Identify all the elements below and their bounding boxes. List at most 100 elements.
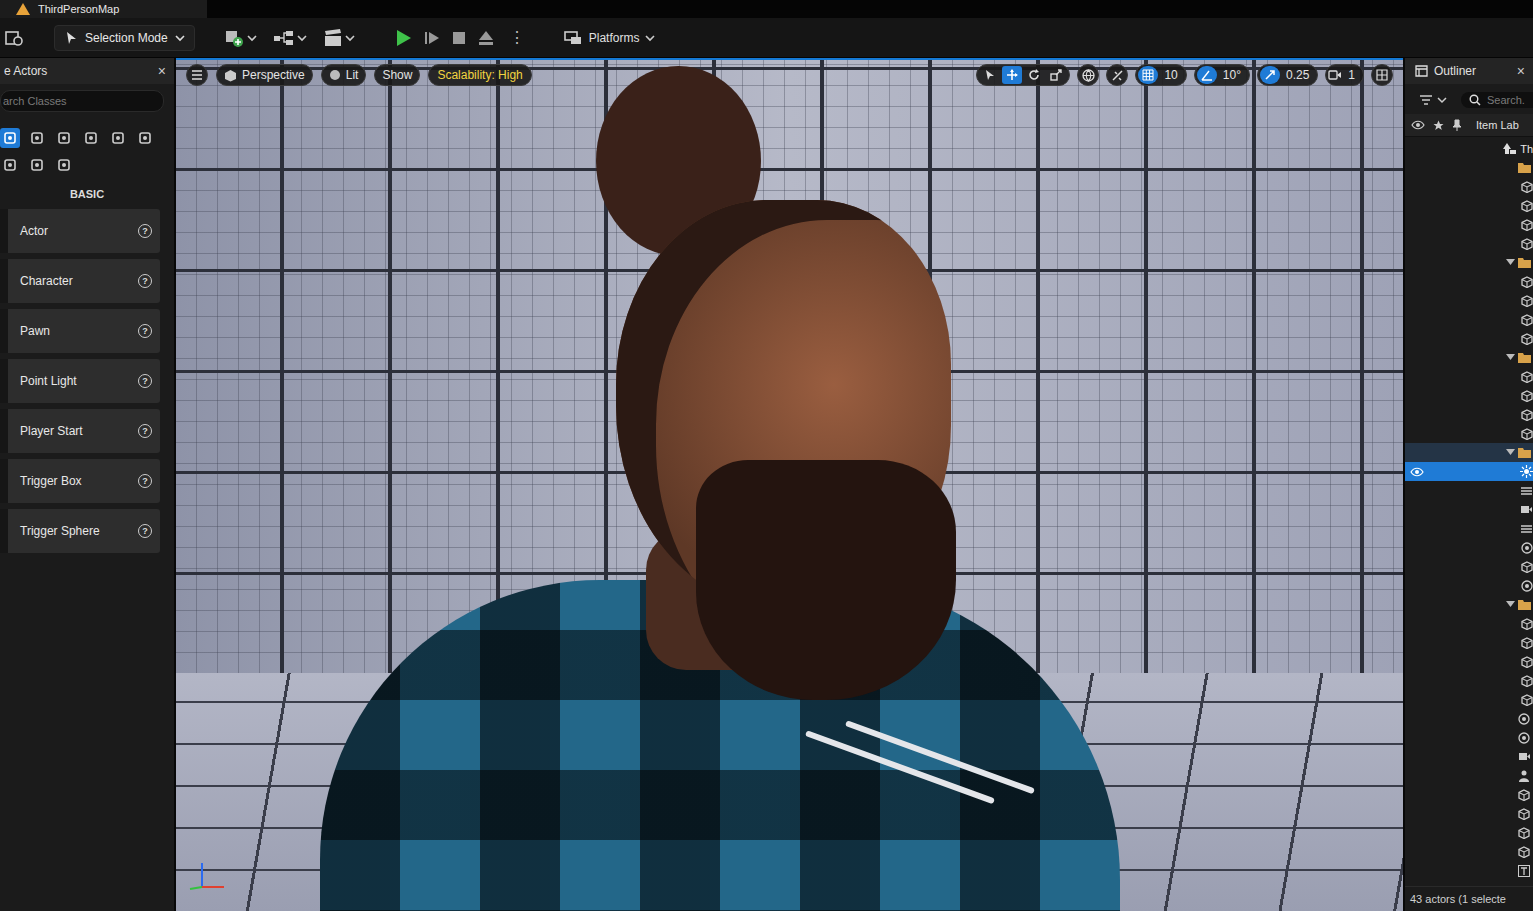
eject-icon[interactable] [477, 29, 495, 47]
category-button[interactable] [27, 128, 47, 148]
category-button[interactable] [0, 155, 20, 175]
content-browser-icon[interactable] [4, 29, 24, 47]
outliner-row[interactable] [1405, 272, 1533, 291]
outliner-row[interactable] [1405, 728, 1533, 747]
step-icon[interactable] [423, 29, 441, 47]
outliner-row[interactable] [1405, 405, 1533, 424]
actor-item[interactable]: Trigger Sphere? [0, 509, 160, 553]
outliner-row[interactable] [1405, 785, 1533, 804]
actor-item[interactable]: Point Light? [0, 359, 160, 403]
actor-item[interactable]: Pawn? [0, 309, 160, 353]
outliner-row[interactable] [1405, 386, 1533, 405]
outliner-row[interactable] [1405, 576, 1533, 595]
snap-setting[interactable]: 10° [1194, 64, 1250, 86]
level-viewport[interactable]: PerspectiveLitShowScalability: High1010°… [176, 58, 1403, 911]
outliner-row[interactable]: Th [1405, 139, 1533, 158]
actor-item[interactable]: Player Start? [0, 409, 160, 453]
world-local-button[interactable] [1077, 64, 1099, 86]
outliner-row[interactable] [1405, 538, 1533, 557]
snap-setting[interactable]: 0.25 [1257, 64, 1318, 86]
category-button[interactable] [27, 155, 47, 175]
outliner-row[interactable] [1405, 253, 1533, 272]
outliner-row[interactable] [1405, 804, 1533, 823]
outliner-row[interactable] [1405, 367, 1533, 386]
outliner-row[interactable] [1405, 671, 1533, 690]
outliner-row[interactable] [1405, 690, 1533, 709]
outliner-row[interactable] [1405, 329, 1533, 348]
help-icon[interactable]: ? [138, 224, 152, 238]
expander[interactable] [1506, 601, 1518, 608]
outliner-search-field[interactable]: Search. [1461, 92, 1533, 108]
eye-icon[interactable] [1411, 120, 1425, 130]
platforms-button[interactable]: Platforms [559, 26, 660, 50]
snap-setting[interactable]: 10 [1135, 64, 1186, 86]
category-button[interactable] [108, 128, 128, 148]
outliner-row[interactable] [1405, 595, 1533, 614]
show-button[interactable]: Show [374, 64, 420, 86]
outliner-row[interactable] [1405, 310, 1533, 329]
outliner-row[interactable] [1405, 614, 1533, 633]
category-button[interactable] [54, 128, 74, 148]
outliner-row[interactable] [1405, 291, 1533, 310]
snap-toggle[interactable] [1197, 66, 1217, 84]
help-icon[interactable]: ? [138, 274, 152, 288]
level-tab[interactable]: ThirdPersonMap [0, 0, 207, 18]
actor-item[interactable]: Actor? [0, 209, 160, 253]
blueprint-button[interactable] [273, 29, 307, 47]
outliner-row[interactable] [1405, 158, 1533, 177]
outliner-row[interactable] [1405, 709, 1533, 728]
outliner-row[interactable] [1405, 842, 1533, 861]
add-actor-button[interactable] [223, 28, 257, 48]
category-button[interactable] [81, 128, 101, 148]
stop-icon[interactable] [451, 30, 467, 46]
expander[interactable] [1506, 449, 1518, 456]
lit-button[interactable]: Lit [321, 64, 367, 86]
play-options-button[interactable]: ⋮ [505, 28, 529, 47]
outliner-row[interactable] [1405, 348, 1533, 367]
visibility-cell[interactable] [1409, 467, 1424, 477]
selection-mode-button[interactable]: Selection Mode [54, 25, 195, 51]
category-button[interactable] [135, 128, 155, 148]
actor-item[interactable]: Trigger Box? [0, 459, 160, 503]
viewport-menu-button[interactable] [186, 64, 208, 86]
actor-item[interactable]: Character? [0, 259, 160, 303]
transform-tool-button[interactable] [1002, 66, 1022, 84]
surface-snap-button[interactable] [1106, 64, 1128, 86]
item-label-column[interactable]: Item Lab [1476, 119, 1519, 131]
pin-icon[interactable] [1452, 119, 1462, 131]
category-button[interactable] [0, 128, 20, 148]
help-icon[interactable]: ? [138, 524, 152, 538]
outliner-row[interactable] [1405, 443, 1533, 462]
outliner-row[interactable] [1405, 424, 1533, 443]
outliner-row[interactable] [1405, 462, 1533, 481]
play-icon[interactable] [393, 28, 413, 48]
outliner-row[interactable] [1405, 766, 1533, 785]
outliner-row[interactable] [1405, 234, 1533, 253]
cinematics-button[interactable] [323, 29, 355, 47]
close-button[interactable]: × [158, 63, 166, 79]
help-icon[interactable]: ? [138, 424, 152, 438]
star-icon[interactable] [1433, 120, 1444, 131]
help-icon[interactable]: ? [138, 374, 152, 388]
close-button[interactable]: × [1517, 63, 1525, 79]
outliner-row[interactable] [1405, 500, 1533, 519]
outliner-row[interactable] [1405, 196, 1533, 215]
outliner-tab[interactable]: Outliner× [1405, 58, 1533, 84]
expander[interactable] [1506, 259, 1518, 266]
expander[interactable] [1506, 354, 1518, 361]
outliner-row[interactable] [1405, 177, 1533, 196]
perspective-button[interactable]: Perspective [216, 64, 313, 86]
outliner-row[interactable] [1405, 481, 1533, 500]
transform-tool-button[interactable] [980, 66, 1000, 84]
snap-toggle[interactable] [1138, 66, 1158, 84]
place-actors-tab[interactable]: e Actors× [0, 58, 174, 84]
help-icon[interactable]: ? [138, 474, 152, 488]
chevron-icon[interactable] [1437, 96, 1447, 104]
class-search-field[interactable]: arch Classes [0, 90, 164, 112]
outliner-row[interactable] [1405, 557, 1533, 576]
outliner-row[interactable] [1405, 861, 1533, 880]
outliner-row[interactable] [1405, 215, 1533, 234]
outliner-row[interactable] [1405, 747, 1533, 766]
category-button[interactable] [54, 155, 74, 175]
viewport-layout-button[interactable] [1371, 64, 1393, 86]
